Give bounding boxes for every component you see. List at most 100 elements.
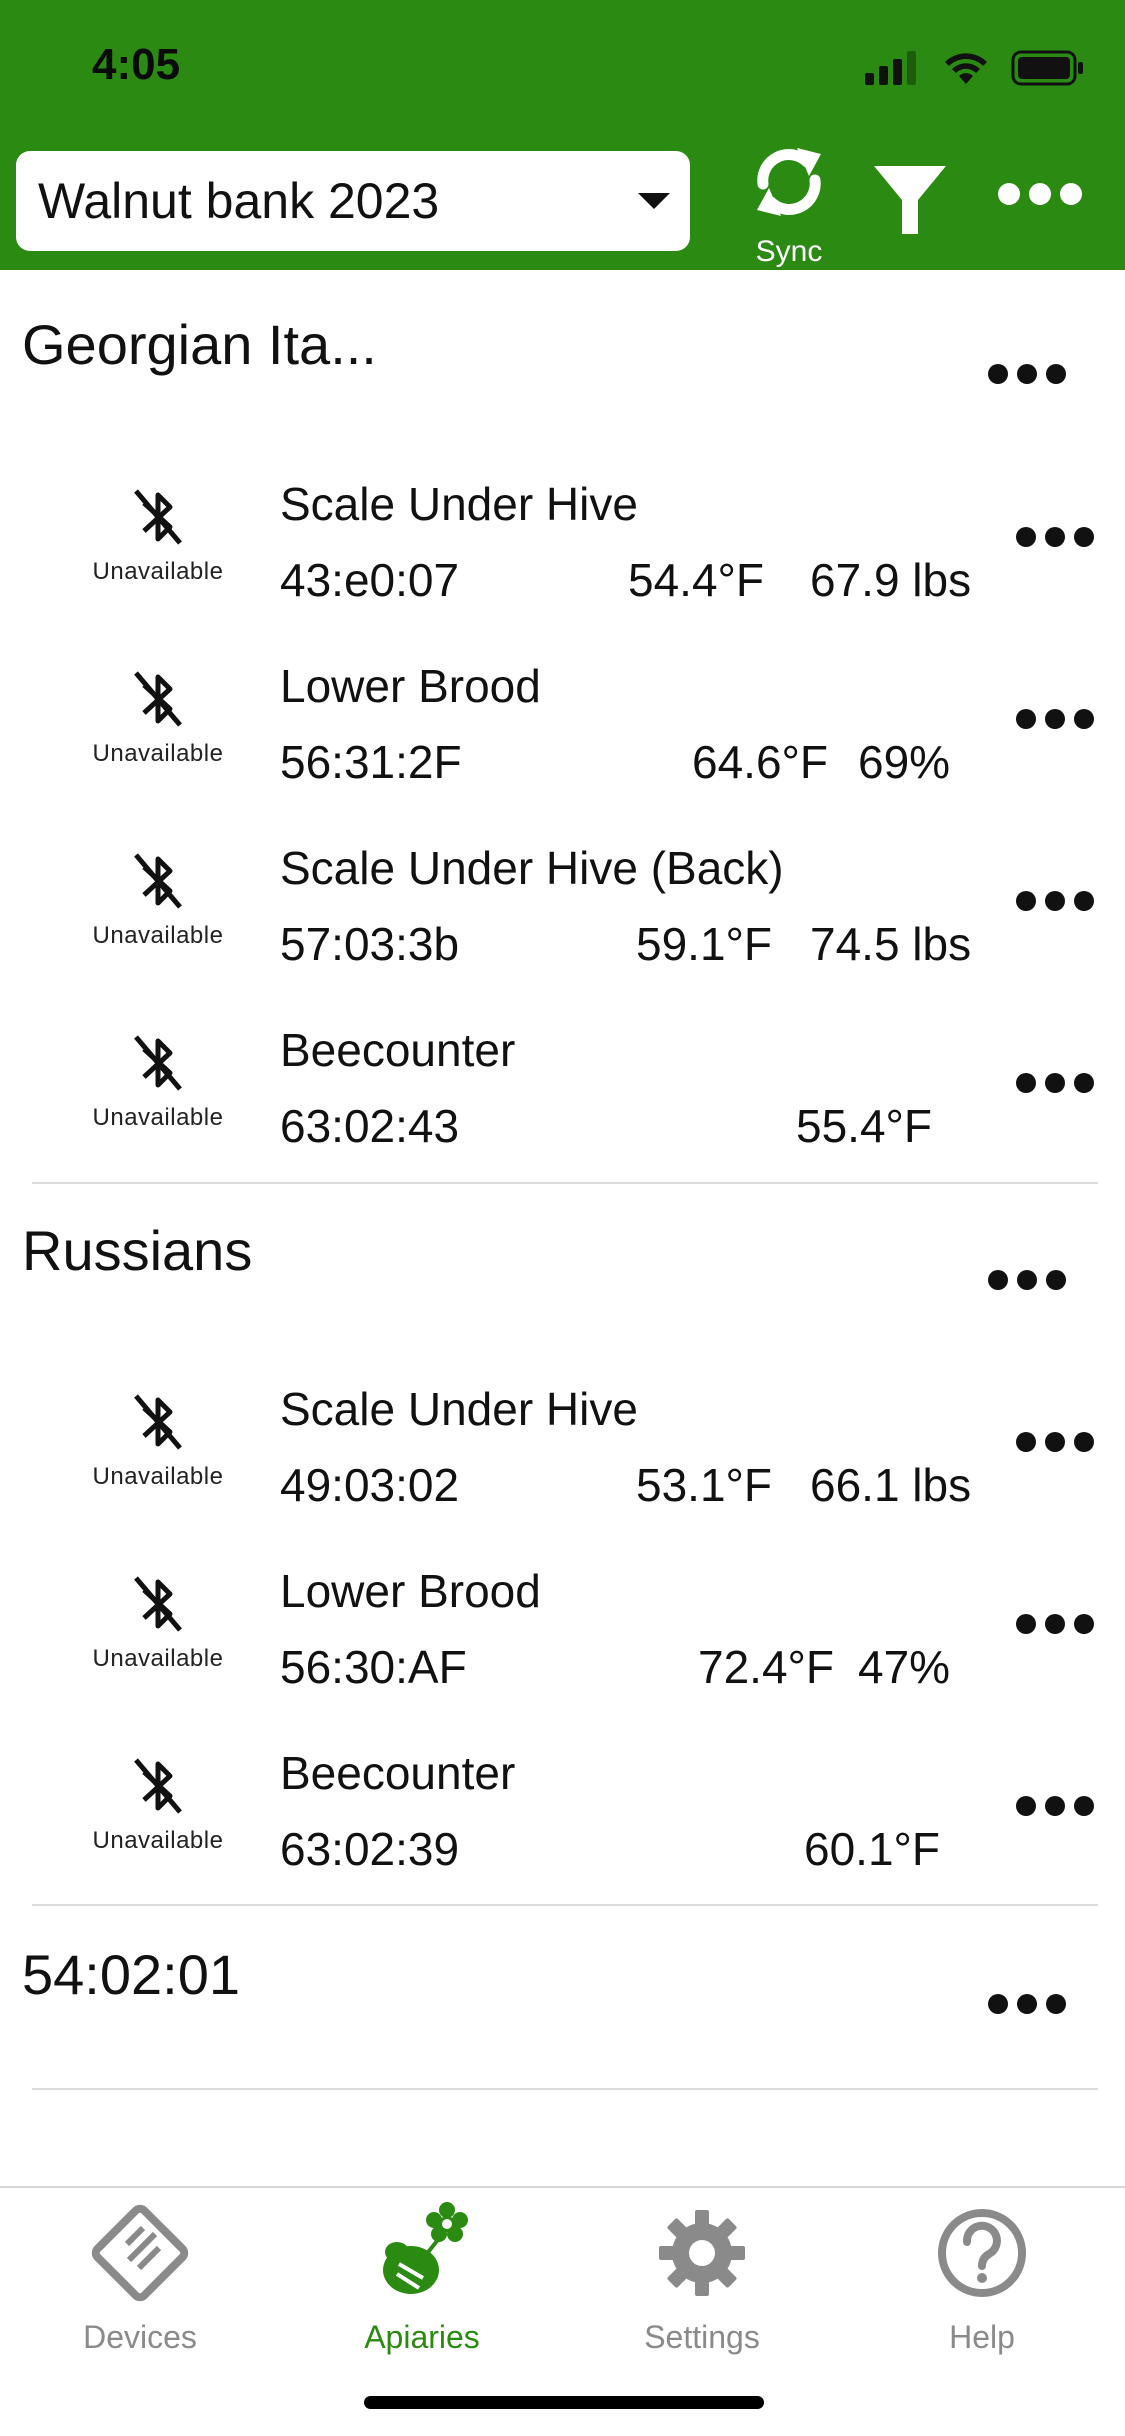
apiary-more-button[interactable] bbox=[988, 1270, 1066, 1290]
device-temperature: 59.1°F bbox=[636, 918, 773, 970]
bluetooth-disabled-icon bbox=[134, 1576, 182, 1632]
bluetooth-status: Unavailable bbox=[88, 485, 228, 586]
bluetooth-disabled-icon bbox=[134, 853, 182, 909]
device-more-button[interactable] bbox=[1016, 891, 1094, 911]
devices-icon bbox=[91, 2204, 189, 2302]
device-id: 57:03:3b bbox=[280, 918, 460, 970]
bluetooth-status: Unavailable bbox=[88, 1572, 228, 1673]
bluetooth-disabled-icon bbox=[134, 671, 182, 727]
tab-label: Devices bbox=[83, 2319, 197, 2355]
device-row[interactable]: Unavailable Scale Under Hive 49:03:02 53… bbox=[0, 1360, 1125, 1542]
tab-label: Settings bbox=[644, 2319, 760, 2355]
cellular-signal-icon bbox=[865, 51, 916, 85]
device-row[interactable]: Unavailable Scale Under Hive (Back) 57:0… bbox=[0, 819, 1125, 1001]
device-more-button[interactable] bbox=[1016, 1614, 1094, 1634]
gear-icon bbox=[659, 2210, 745, 2296]
device-temperature: 55.4°F bbox=[796, 1100, 933, 1152]
device-status: Unavailable bbox=[92, 1463, 224, 1490]
apiary-more-button[interactable] bbox=[988, 364, 1066, 384]
apiary-title: Russians bbox=[22, 1219, 253, 1282]
dot bbox=[998, 183, 1020, 205]
tab-settings[interactable]: Settings bbox=[602, 2198, 802, 2356]
device-temperature: 72.4°F bbox=[698, 1641, 835, 1693]
sync-button[interactable]: Sync bbox=[748, 132, 830, 269]
tab-help[interactable]: Help bbox=[882, 2198, 1082, 2356]
battery-icon bbox=[1011, 50, 1083, 86]
sync-icon bbox=[757, 148, 821, 216]
tab-label: Apiaries bbox=[364, 2319, 480, 2355]
apiary-more-button[interactable] bbox=[988, 1994, 1066, 2014]
device-id: 63:02:43 bbox=[280, 1100, 460, 1152]
device-weight: 67.9 lbs bbox=[810, 554, 972, 606]
apiary-title: 54:02:01 bbox=[22, 1943, 240, 2006]
device-status: Unavailable bbox=[92, 922, 224, 949]
device-status: Unavailable bbox=[92, 558, 224, 585]
device-more-button[interactable] bbox=[1016, 527, 1094, 547]
device-temperature: 64.6°F bbox=[692, 736, 829, 788]
apiary-select[interactable]: Walnut bank 2023 bbox=[16, 151, 690, 251]
filter-button[interactable] bbox=[872, 162, 948, 243]
device-id: 56:30:AF bbox=[280, 1641, 467, 1693]
device-name: Scale Under Hive bbox=[280, 478, 638, 530]
filter-icon bbox=[874, 166, 946, 234]
apiary-select-value: Walnut bank 2023 bbox=[38, 173, 440, 229]
device-humidity: 47% bbox=[858, 1641, 951, 1693]
bluetooth-status: Unavailable bbox=[88, 1754, 228, 1855]
device-weight: 74.5 lbs bbox=[810, 918, 972, 970]
sync-label: Sync bbox=[755, 235, 823, 268]
help-icon bbox=[938, 2209, 1026, 2297]
bluetooth-disabled-icon bbox=[134, 489, 182, 545]
device-weight: 66.1 lbs bbox=[810, 1459, 972, 1511]
device-status: Unavailable bbox=[92, 1645, 224, 1672]
device-row[interactable]: Unavailable Beecounter 63:02:39 60.1°F bbox=[0, 1724, 1125, 1906]
device-row[interactable]: Unavailable Scale Under Hive 43:e0:07 54… bbox=[0, 455, 1125, 637]
device-more-button[interactable] bbox=[1016, 1073, 1094, 1093]
device-name: Scale Under Hive bbox=[280, 1383, 638, 1435]
status-icons bbox=[865, 50, 1085, 86]
more-options-button[interactable] bbox=[998, 183, 1082, 205]
device-more-button[interactable] bbox=[1016, 709, 1094, 729]
device-name: Lower Brood bbox=[280, 660, 541, 712]
device-id: 63:02:39 bbox=[280, 1823, 460, 1875]
device-id: 43:e0:07 bbox=[280, 554, 460, 606]
device-temperature: 60.1°F bbox=[804, 1823, 941, 1875]
apiaries-icon bbox=[383, 2202, 468, 2294]
device-id: 56:31:2F bbox=[280, 736, 462, 788]
bluetooth-status: Unavailable bbox=[88, 1031, 228, 1132]
device-temperature: 53.1°F bbox=[636, 1459, 773, 1511]
device-row[interactable]: Unavailable Beecounter 63:02:43 55.4°F bbox=[0, 1001, 1125, 1183]
device-name: Scale Under Hive (Back) bbox=[280, 842, 784, 894]
device-status: Unavailable bbox=[92, 740, 224, 767]
device-name: Lower Brood bbox=[280, 1565, 541, 1617]
chevron-down-icon bbox=[638, 193, 670, 209]
tab-devices[interactable]: Devices bbox=[40, 2198, 240, 2356]
bluetooth-status: Unavailable bbox=[88, 849, 228, 950]
tab-apiaries[interactable]: Apiaries bbox=[322, 2198, 522, 2356]
divider bbox=[32, 1904, 1098, 1906]
status-time: 4:05 bbox=[92, 40, 181, 89]
device-row[interactable]: Unavailable Lower Brood 56:30:AF 72.4°F … bbox=[0, 1542, 1125, 1724]
device-status: Unavailable bbox=[92, 1104, 224, 1131]
bluetooth-status: Unavailable bbox=[88, 1390, 228, 1491]
dot bbox=[1029, 183, 1051, 205]
device-name: Beecounter bbox=[280, 1024, 516, 1076]
bluetooth-disabled-icon bbox=[134, 1035, 182, 1091]
divider bbox=[32, 1182, 1098, 1184]
home-indicator bbox=[364, 2396, 764, 2409]
tab-label: Help bbox=[949, 2319, 1015, 2355]
device-humidity: 69% bbox=[858, 736, 951, 788]
device-more-button[interactable] bbox=[1016, 1796, 1094, 1816]
device-status: Unavailable bbox=[92, 1827, 224, 1854]
bluetooth-disabled-icon bbox=[134, 1394, 182, 1450]
apiary-title: Georgian Ita... bbox=[22, 313, 377, 376]
dot bbox=[1060, 183, 1082, 205]
device-id: 49:03:02 bbox=[280, 1459, 460, 1511]
bluetooth-disabled-icon bbox=[134, 1758, 182, 1814]
app-header: 4:05 Walnut bank 2023 Sync bbox=[0, 0, 1125, 270]
divider bbox=[32, 2088, 1098, 2090]
bluetooth-status: Unavailable bbox=[88, 667, 228, 768]
device-name: Beecounter bbox=[280, 1747, 516, 1799]
wifi-icon bbox=[945, 53, 987, 84]
device-row[interactable]: Unavailable Lower Brood 56:31:2F 64.6°F … bbox=[0, 637, 1125, 819]
device-more-button[interactable] bbox=[1016, 1432, 1094, 1452]
